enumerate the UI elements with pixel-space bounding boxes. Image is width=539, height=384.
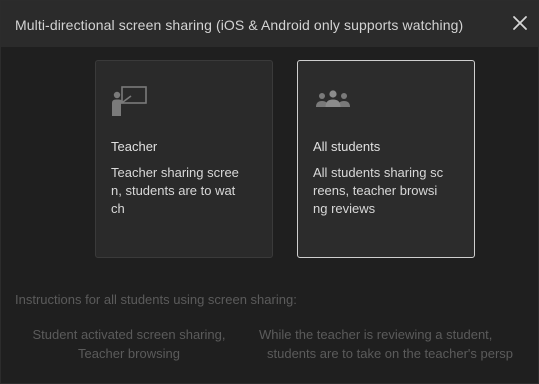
card-title: Teacher [111, 139, 158, 154]
close-icon [513, 16, 527, 30]
dialog-titlebar: Multi-directional screen sharing (iOS & … [1, 1, 538, 47]
teacher-option-card[interactable]: Teacher Teacher sharing scree n, student… [95, 60, 273, 258]
instruction-right-line2: students are to take on the teacher's pe… [267, 346, 514, 361]
card-description: Teacher sharing scree n, students are to… [111, 165, 239, 216]
instruction-left-line2: Teacher browsing [78, 346, 180, 361]
instruction-left: Student activated screen sharing, Teache… [9, 325, 249, 363]
all-students-option-card[interactable]: All students All students sharing sc ree… [297, 60, 475, 258]
group-of-people-icon [313, 85, 353, 117]
close-button[interactable] [510, 13, 530, 33]
dialog-title: Multi-directional screen sharing (iOS & … [15, 17, 464, 33]
instruction-right-line1: While the teacher is reviewing a student… [259, 327, 493, 342]
instruction-left-line1: Student activated screen sharing, [32, 327, 226, 342]
teacher-presenting-icon [111, 85, 151, 117]
instructions-heading: Instructions for all students using scre… [15, 292, 297, 307]
card-description: All students sharing sc reens, teacher b… [313, 165, 444, 216]
instruction-right: While the teacher is reviewing a student… [259, 325, 539, 363]
card-title: All students [313, 139, 381, 154]
screen-sharing-dialog: Multi-directional screen sharing (iOS & … [0, 0, 539, 384]
